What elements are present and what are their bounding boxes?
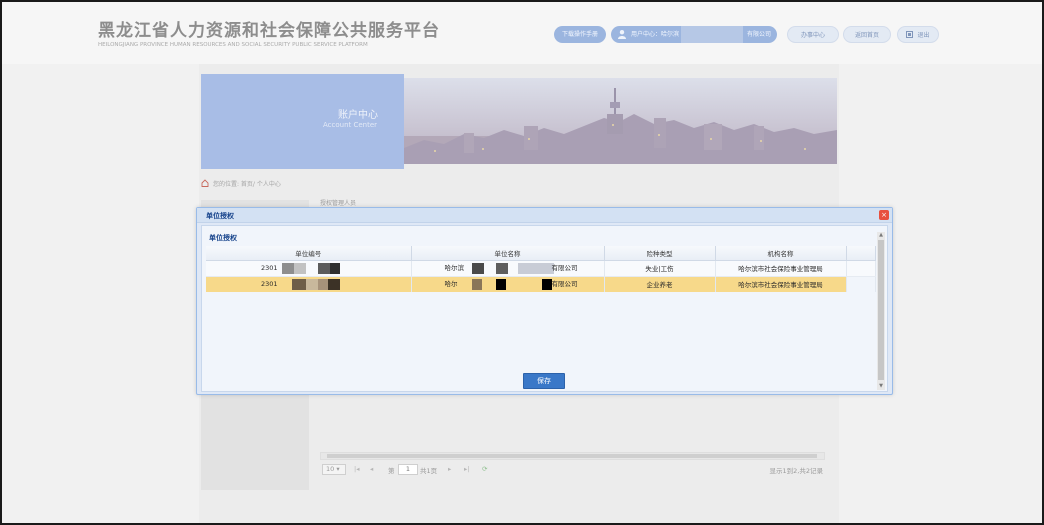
user-center-label: 用户中心：哈尔滨 — [631, 31, 680, 38]
redaction-block — [328, 278, 340, 290]
close-icon[interactable]: × — [879, 210, 889, 220]
table-row-selected[interactable]: 2301 哈尔 有限公司 企业养老 哈尔滨市社会保险事业管理局 — [206, 276, 876, 292]
scrollbar-thumb[interactable] — [327, 454, 817, 458]
authorization-grid: 单位编号 单位名称 险种类型 机构名称 2301 哈尔滨 有限公司 失业|工伤 … — [206, 246, 876, 292]
page-number-input[interactable]: 1 — [398, 464, 418, 475]
scrollbar-thumb[interactable] — [878, 240, 884, 380]
spacer-cell — [846, 276, 876, 292]
scroll-down-icon[interactable]: ▼ — [877, 383, 885, 390]
unit-no-cell: 2301 — [206, 260, 412, 277]
unit-no-cell: 2301 — [206, 276, 412, 292]
logout-icon — [906, 31, 914, 38]
column-header-spacer — [846, 246, 876, 261]
unit-name-cell: 哈尔滨 有限公司 — [411, 260, 605, 277]
insurance-type-cell: 企业养老 — [604, 276, 716, 292]
redaction-block — [541, 278, 552, 290]
horizontal-scrollbar[interactable] — [320, 452, 825, 460]
redaction-block — [318, 262, 330, 274]
column-header-unit-name[interactable]: 单位名称 — [411, 246, 605, 261]
unit-authorization-dialog: 单位授权 × 单位授权 单位编号 单位名称 险种类型 机构名称 2301 哈尔滨… — [196, 207, 893, 395]
page-size-value: 10 — [326, 465, 335, 473]
home-icon[interactable] — [201, 179, 209, 187]
first-page-icon[interactable]: |◂ — [354, 465, 359, 473]
screen-frame: 黑龙江省人力资源和社会保障公共服务平台 HEILONGJIANG PROVINC… — [0, 0, 1044, 525]
refresh-icon[interactable]: ⟳ — [482, 465, 487, 473]
column-header-unit-no[interactable]: 单位编号 — [206, 246, 412, 261]
service-center-button[interactable]: 办事中心 — [787, 26, 839, 43]
redaction-block — [282, 262, 294, 274]
column-header-agency[interactable]: 机构名称 — [715, 246, 847, 261]
redaction-block — [294, 262, 306, 274]
page-total: 共1页 — [420, 467, 438, 475]
vertical-scrollbar[interactable]: ▲ ▼ — [877, 232, 885, 390]
spacer-cell — [846, 260, 876, 277]
user-company-suffix: 有限公司 — [746, 31, 771, 38]
dialog-header: 单位授权 × — [197, 208, 892, 223]
redaction-block — [495, 262, 508, 274]
unit-no: 2301 — [261, 263, 278, 272]
agency-cell: 哈尔滨市社会保险事业管理局 — [715, 276, 847, 292]
user-icon — [618, 30, 626, 39]
site-title: 黑龙江省人力资源和社会保障公共服务平台 — [98, 21, 440, 41]
page-prefix: 第 — [388, 467, 395, 475]
section-title: 单位授权 — [209, 234, 237, 242]
site-subtitle: HEILONGJIANG PROVINCE HUMAN RESOURCES AN… — [98, 42, 368, 48]
unit-name-start: 哈尔 — [444, 279, 458, 288]
next-page-icon[interactable]: ▸ — [448, 465, 451, 473]
download-manual-button[interactable]: 下载操作手册 — [554, 26, 606, 43]
dialog-title: 单位授权 — [206, 212, 234, 220]
back-home-button[interactable]: 返回首页 — [843, 26, 891, 43]
redaction-block — [306, 278, 318, 290]
user-center-button[interactable]: 用户中心：哈尔滨 有限公司 — [611, 26, 777, 43]
skyline-graphic — [404, 78, 837, 164]
redaction-block — [330, 262, 340, 274]
breadcrumb: 您的位置: 首页/ 个人中心 — [201, 179, 281, 188]
save-button[interactable]: 保存 — [523, 373, 565, 389]
page-header: 黑龙江省人力资源和社会保障公共服务平台 HEILONGJIANG PROVINC… — [2, 2, 1042, 64]
prev-page-icon[interactable]: ◂ — [370, 465, 373, 473]
column-header-insurance-type[interactable]: 险种类型 — [604, 246, 716, 261]
insurance-type-cell: 失业|工伤 — [604, 260, 716, 277]
dialog-body: 单位授权 单位编号 单位名称 险种类型 机构名称 2301 哈尔滨 有限公司 失… — [201, 225, 888, 392]
redaction-block — [495, 278, 506, 290]
redaction-block — [318, 278, 328, 290]
logout-button[interactable]: 退出 — [897, 26, 939, 43]
agency-cell: 哈尔滨市社会保险事业管理局 — [715, 260, 847, 277]
unit-no: 2301 — [261, 279, 278, 288]
pagination-bar: 10 ▾ |◂ ◂ 第 1 共1页 ▸ ▸| ⟳ 显示1到2,共2记录 — [320, 462, 825, 478]
logout-label: 退出 — [917, 32, 930, 39]
breadcrumb-text: 您的位置: 首页/ 个人中心 — [213, 181, 281, 188]
unit-name-end: 有限公司 — [551, 263, 578, 272]
banner-subtitle: Account Center — [323, 121, 378, 129]
redaction-block — [471, 278, 482, 290]
scroll-up-icon[interactable]: ▲ — [877, 232, 885, 239]
unit-name-cell: 哈尔 有限公司 — [411, 276, 605, 292]
redacted-company-mask — [681, 26, 743, 43]
redaction-block — [292, 278, 306, 290]
banner-title: 账户中心 — [338, 110, 378, 121]
page-size-select[interactable]: 10 ▾ — [322, 464, 346, 475]
redaction-block — [517, 262, 554, 274]
authorized-managers-title: 授权管理人员 — [320, 200, 357, 207]
table-row[interactable]: 2301 哈尔滨 有限公司 失业|工伤 哈尔滨市社会保险事业管理局 — [206, 260, 876, 277]
redaction-block — [471, 262, 484, 274]
unit-name-end: 有限公司 — [551, 279, 578, 288]
last-page-icon[interactable]: ▸| — [464, 465, 469, 473]
city-skyline-image — [404, 78, 837, 164]
grid-header-row: 单位编号 单位名称 险种类型 机构名称 — [206, 246, 876, 261]
unit-name-start: 哈尔滨 — [444, 263, 465, 272]
record-info: 显示1到2,共2记录 — [769, 467, 823, 475]
